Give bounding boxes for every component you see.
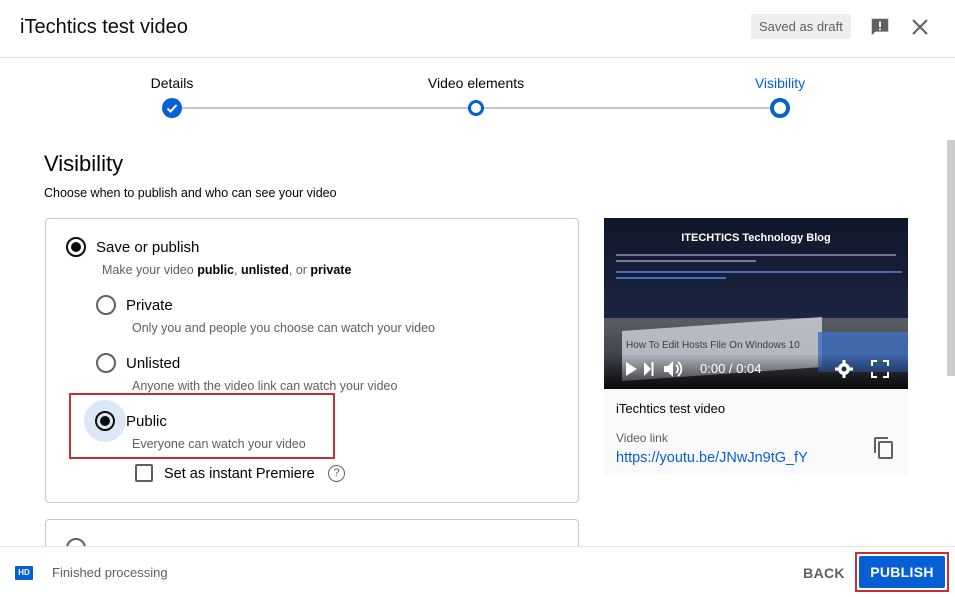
step-details-label[interactable]: Details <box>151 75 194 91</box>
step-details-dot[interactable] <box>162 98 182 118</box>
step-video-elements-label[interactable]: Video elements <box>428 75 524 91</box>
scrollbar-thumb[interactable] <box>947 140 955 376</box>
feedback-icon <box>871 18 889 36</box>
desc-unlisted: unlisted <box>240 263 289 277</box>
publish-button[interactable]: PUBLISH <box>859 556 945 588</box>
dialog-header: iTechtics test video Saved as draft <box>0 0 955 58</box>
save-or-publish-desc: Make your video public, unlisted, or pri… <box>102 263 351 277</box>
video-frame-text-line <box>616 254 896 256</box>
instant-premiere-label[interactable]: Set as instant Premiere <box>164 466 315 482</box>
close-icon <box>912 19 928 35</box>
settings-gear-icon[interactable] <box>834 359 854 379</box>
help-icon[interactable]: ? <box>328 465 345 482</box>
video-time: 0:00 / 0:04 <box>700 361 762 376</box>
feedback-button[interactable] <box>867 14 893 40</box>
desc-prefix: Make your video <box>102 263 198 277</box>
next-icon[interactable] <box>644 362 654 376</box>
private-desc: Only you and people you choose can watch… <box>132 321 435 335</box>
saved-draft-badge: Saved as draft <box>751 14 851 39</box>
step-visibility-label[interactable]: Visibility <box>755 75 805 91</box>
checkmark-icon <box>166 104 178 113</box>
desc-public: public <box>197 263 234 277</box>
back-button[interactable]: BACK <box>795 557 853 589</box>
save-or-publish-radio[interactable] <box>66 237 86 257</box>
video-player[interactable]: ITECHTICS Technology Blog How To Edit Ho… <box>604 218 908 389</box>
private-radio[interactable] <box>96 295 116 315</box>
unlisted-label[interactable]: Unlisted <box>126 355 180 372</box>
private-label[interactable]: Private <box>126 297 173 314</box>
save-or-publish-label[interactable]: Save or publish <box>96 239 199 256</box>
step-video-elements-dot[interactable] <box>468 100 484 116</box>
video-frame-caption: How To Edit Hosts File On Windows 10 <box>626 340 800 351</box>
video-frame-text-line <box>616 260 756 262</box>
desc-sep1: , <box>234 263 241 277</box>
desc-sep2: , or <box>288 263 311 277</box>
visibility-title: Visibility <box>44 151 124 176</box>
close-button[interactable] <box>907 14 933 40</box>
video-frame-link-line <box>616 277 726 279</box>
fullscreen-icon[interactable] <box>871 360 889 378</box>
video-frame-title: ITECHTICS Technology Blog <box>681 232 831 244</box>
public-highlight-box <box>69 393 335 459</box>
upload-stepper: Details Video elements Visibility <box>0 58 955 128</box>
video-title-heading: iTechtics test video <box>20 16 188 38</box>
unlisted-desc: Anyone with the video link can watch you… <box>132 379 398 393</box>
video-link[interactable]: https://youtu.be/JNwJn9tG_fY <box>616 450 808 466</box>
play-icon[interactable] <box>626 362 637 376</box>
desc-private: private <box>310 263 352 277</box>
hd-badge: HD <box>15 566 33 580</box>
visibility-subtitle: Choose when to publish and who can see y… <box>44 186 337 200</box>
video-frame-link-line <box>616 271 902 273</box>
video-card-title: iTechtics test video <box>616 401 726 416</box>
copy-icon[interactable] <box>872 436 896 460</box>
step-visibility-dot[interactable] <box>770 98 790 118</box>
volume-icon[interactable] <box>664 360 686 378</box>
instant-premiere-checkbox[interactable] <box>135 464 153 482</box>
unlisted-radio[interactable] <box>96 353 116 373</box>
video-link-label: Video link <box>616 431 668 445</box>
processing-status: Finished processing <box>52 565 168 580</box>
